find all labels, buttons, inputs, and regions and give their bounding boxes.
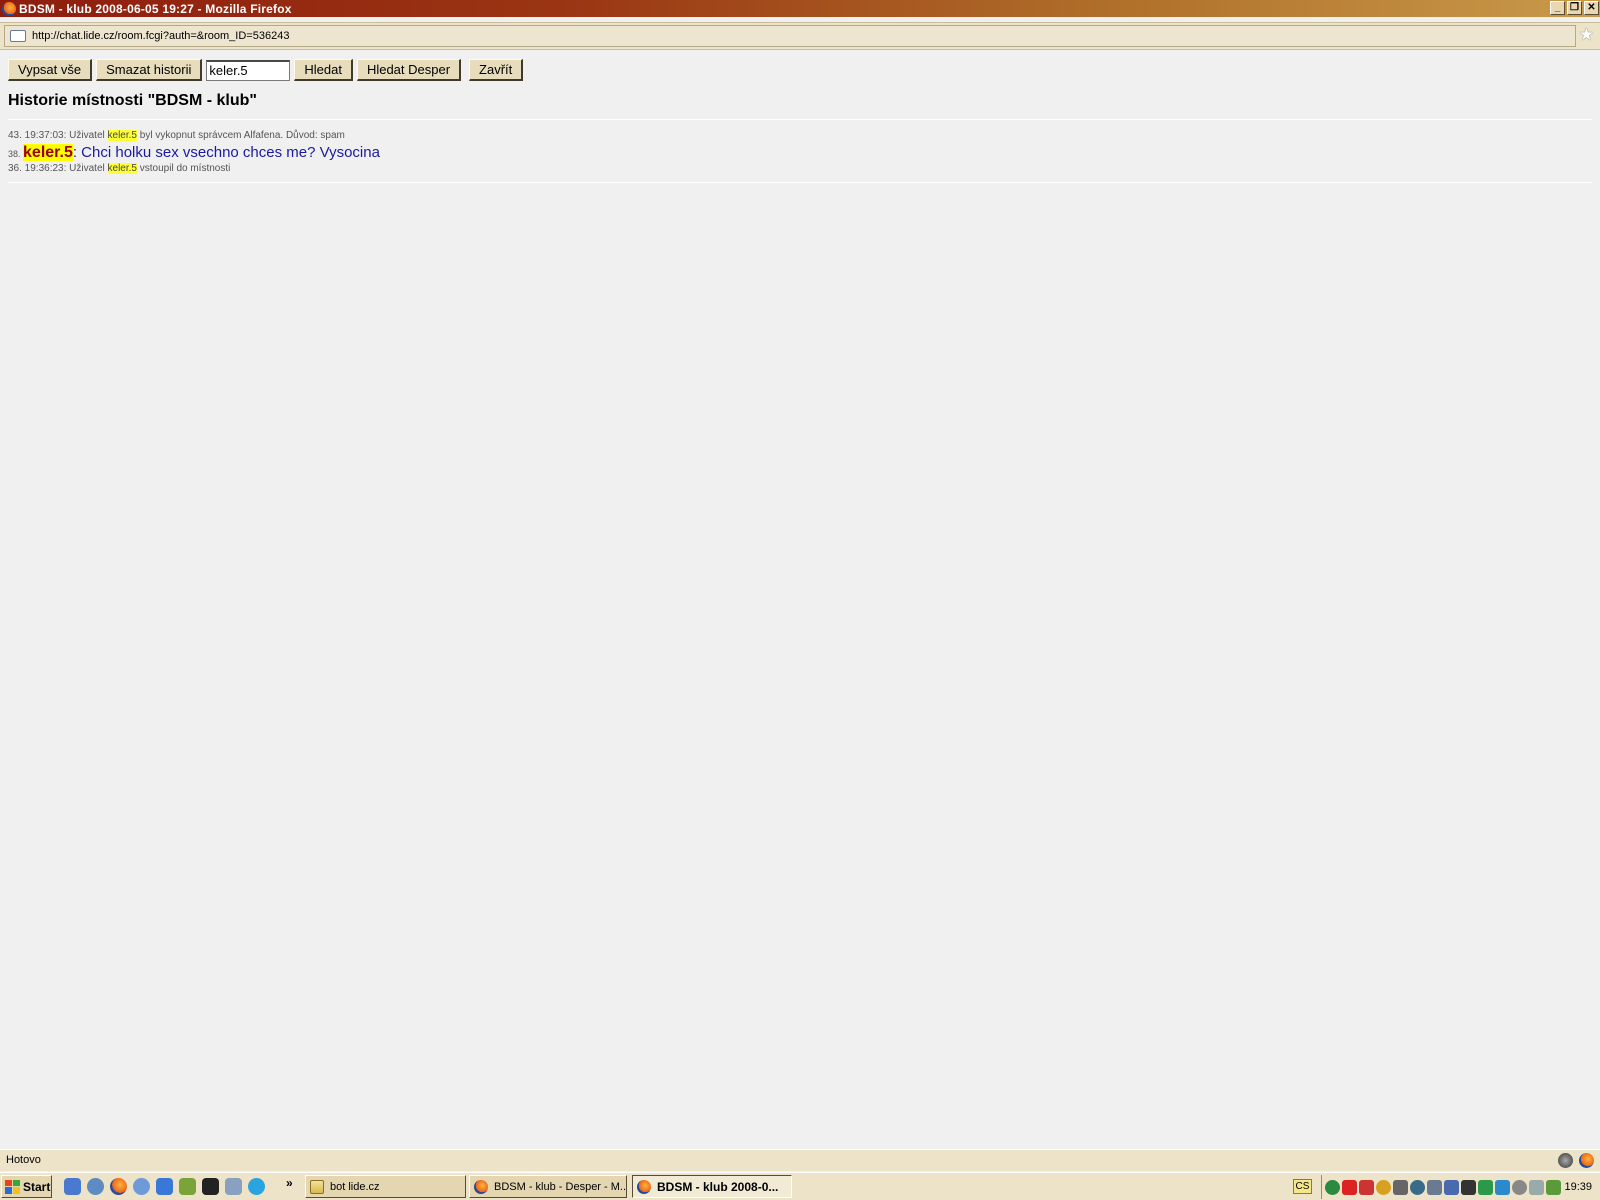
tool-icon[interactable]: [179, 1178, 196, 1195]
taskbar-item-bdsm-klub[interactable]: BDSM - klub 2008-0...: [632, 1175, 792, 1198]
url-field[interactable]: http://chat.lide.cz/room.fcgi?auth=&room…: [4, 25, 1576, 47]
firefox-status-icon[interactable]: [1579, 1153, 1594, 1168]
nick-highlight[interactable]: keler.5: [107, 130, 137, 141]
ie-icon[interactable]: [156, 1178, 173, 1195]
system-tray: 19:39: [1321, 1175, 1600, 1199]
task-label: BDSM - klub - Desper - M...: [494, 1180, 627, 1193]
window-title: BDSM - klub 2008-06-05 19:27 - Mozilla F…: [19, 1, 292, 16]
taskbar: Start » bot lide.cz BDSM - klub - Desper…: [0, 1172, 1600, 1200]
page-title: Historie místnosti "BDSM - klub": [8, 92, 257, 109]
tray-app-icon[interactable]: [1546, 1179, 1561, 1195]
close-window-button[interactable]: ✕: [1584, 1, 1599, 15]
language-indicator[interactable]: CS: [1293, 1179, 1312, 1194]
quick-launch: [64, 1178, 265, 1195]
browser-icon[interactable]: [87, 1178, 104, 1195]
restore-button[interactable]: ❐: [1567, 1, 1582, 15]
history-message-line: 38. keler.5: Chci holku sex vsechno chce…: [8, 144, 380, 162]
firefox-icon: [637, 1179, 651, 1194]
history-prefix: 38.: [8, 149, 24, 159]
history-prefix: 43. 19:37:03: Uživatel: [8, 130, 108, 141]
more-chevron-icon[interactable]: »: [286, 1176, 293, 1190]
taskbar-item-bot-lide[interactable]: bot lide.cz: [305, 1175, 466, 1198]
nick-highlight[interactable]: keler.5: [23, 144, 73, 161]
list-all-button[interactable]: Vypsat vše: [8, 59, 93, 81]
network-icon[interactable]: [1427, 1179, 1442, 1195]
tray-app-icon[interactable]: [1495, 1179, 1510, 1195]
tray-app-icon[interactable]: [1529, 1179, 1544, 1195]
url-text: http://chat.lide.cz/room.fcgi?auth=&room…: [32, 30, 290, 42]
firefox-icon[interactable]: [110, 1178, 127, 1195]
windows-logo-icon: [5, 1179, 20, 1194]
search-input[interactable]: [206, 59, 291, 81]
nick-highlight[interactable]: keler.5: [107, 163, 137, 174]
status-text: Hotovo: [6, 1154, 41, 1166]
calculator-icon[interactable]: [225, 1178, 242, 1195]
page-content: Vypsat vše Smazat historii Hledat Hledat…: [0, 52, 1600, 1148]
address-bar: http://chat.lide.cz/room.fcgi?auth=&room…: [0, 22, 1600, 50]
history-toolbar: Vypsat vše Smazat historii Hledat Hledat…: [8, 59, 527, 81]
divider: [8, 182, 1592, 183]
tray-app-icon[interactable]: [1478, 1179, 1493, 1195]
monitor-icon[interactable]: [1444, 1179, 1459, 1195]
status-bar: Hotovo: [0, 1149, 1600, 1171]
search-button[interactable]: Hledat: [294, 59, 353, 81]
winamp-icon[interactable]: [1461, 1179, 1476, 1195]
taskbar-item-desper[interactable]: BDSM - klub - Desper - M...: [469, 1175, 627, 1198]
tray-app-icon[interactable]: [1512, 1179, 1527, 1195]
minimize-button[interactable]: _: [1550, 1, 1565, 15]
tray-app-icon[interactable]: [1325, 1179, 1340, 1195]
warning-icon[interactable]: [1359, 1179, 1374, 1195]
task-label: BDSM - klub 2008-0...: [657, 1179, 779, 1194]
history-suffix: vstoupil do místnosti: [136, 163, 231, 174]
star-icon[interactable]: ★: [1579, 26, 1594, 43]
addon-status-icon[interactable]: [1558, 1153, 1573, 1168]
clear-history-button[interactable]: Smazat historii: [96, 59, 203, 81]
folder-icon: [310, 1179, 324, 1194]
ati-icon[interactable]: [1342, 1179, 1357, 1195]
app-icon[interactable]: [202, 1178, 219, 1195]
close-button[interactable]: Zavřít: [469, 59, 524, 81]
firefox-icon: [2, 1, 16, 16]
history-line: 43. 19:37:03: Uživatel keler.5 byl vykop…: [8, 130, 345, 141]
start-label: Start: [23, 1179, 51, 1194]
history-line: 36. 19:36:23: Uživatel keler.5 vstoupil …: [8, 163, 230, 174]
window-titlebar[interactable]: BDSM - klub 2008-06-05 19:27 - Mozilla F…: [0, 0, 1600, 17]
firefox-icon: [474, 1179, 488, 1194]
history-suffix: byl vykopnut správcem Alfafena. Důvod: s…: [136, 130, 345, 141]
ie-icon[interactable]: [64, 1178, 81, 1195]
tray-app-icon[interactable]: [1376, 1179, 1391, 1195]
divider: [8, 119, 1592, 120]
search-icon[interactable]: [1410, 1179, 1425, 1195]
volume-icon[interactable]: [1393, 1179, 1408, 1195]
search-desper-button[interactable]: Hledat Desper: [356, 59, 462, 81]
history-prefix: 36. 19:36:23: Uživatel: [8, 163, 108, 174]
page-icon: [10, 30, 26, 42]
window-controls: _ ❐ ✕: [1550, 1, 1599, 15]
task-label: bot lide.cz: [330, 1180, 380, 1193]
network-icon[interactable]: [133, 1178, 150, 1195]
clock: 19:39: [1564, 1181, 1592, 1193]
chat-message: : Chci holku sex vsechno chces me? Vysoc…: [72, 144, 380, 161]
start-button[interactable]: Start: [1, 1175, 52, 1198]
skype-icon[interactable]: [248, 1178, 265, 1195]
